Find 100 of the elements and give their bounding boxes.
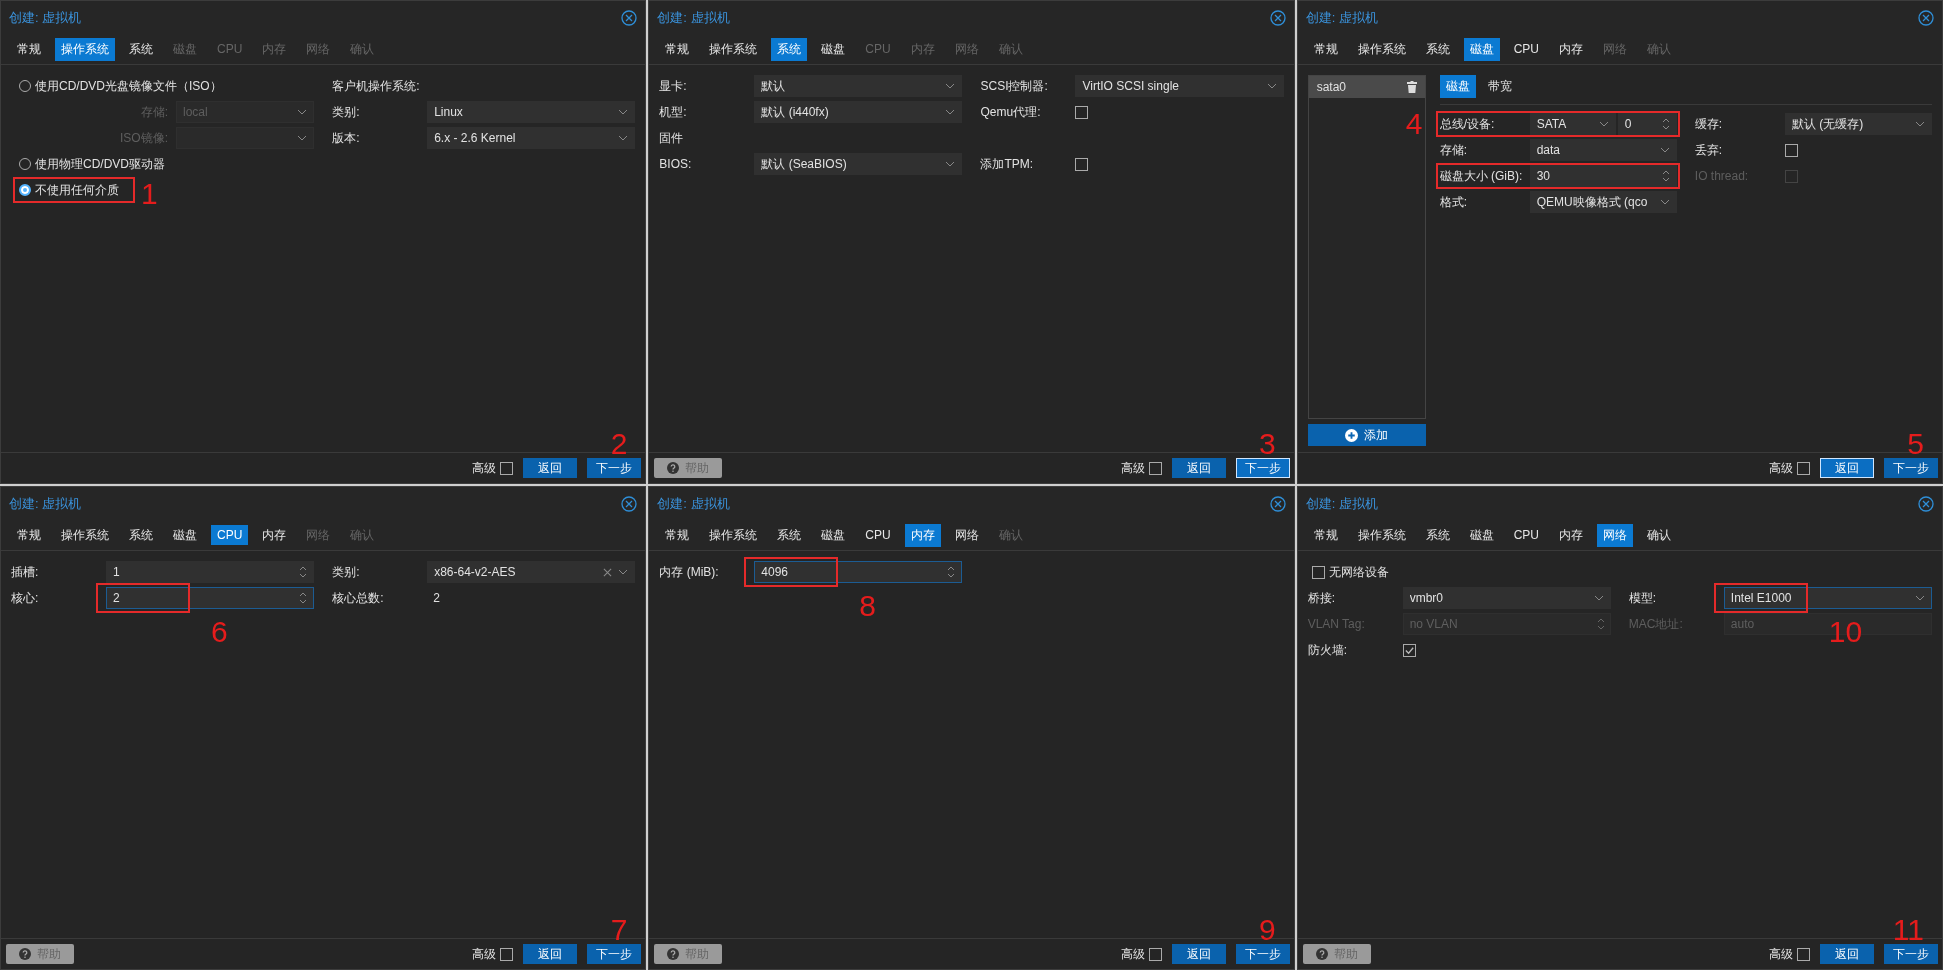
checkbox-label[interactable]: 高级 [1120,459,1145,477]
field-label: 显卡: [659,77,688,95]
tab[interactable]: 系统 [1419,523,1456,547]
tab[interactable]: CPU [1507,39,1545,59]
tab[interactable]: 确认 [1641,523,1677,547]
next-button[interactable]: 下一步 [1884,944,1938,964]
field-label: 桥接: [1307,589,1336,607]
annotation-number: 3 [1258,429,1276,459]
section-heading: 客户机操作系统: [332,77,420,95]
tab[interactable]: 带宽 [1481,75,1518,98]
tab[interactable]: 内存 [1553,37,1589,61]
dropdown-field[interactable]: x86-64-v2-AES [427,561,636,583]
annotation-number: 9 [1258,915,1276,945]
tab[interactable]: CPU [859,525,897,545]
tab[interactable]: 常规 [1307,523,1344,547]
tab[interactable]: 操作系统 [1351,37,1412,61]
field-label: 存储: [1439,141,1468,159]
tab[interactable]: 常规 [11,523,47,547]
checkbox-label[interactable]: 高级 [1769,459,1793,477]
radio-label[interactable]: 使用CD/DVD光盘镜像文件（ISO） [35,77,226,95]
dropdown-field[interactable]: Linux [427,101,636,123]
dropdown-field[interactable]: SATA [1529,113,1616,135]
tab[interactable]: 系统 [123,37,159,61]
tab[interactable]: CPU [211,525,249,545]
back-button[interactable]: 返回 [1820,944,1874,964]
dropdown-field[interactable]: 6.x - 2.6 Kernel [427,127,636,149]
annotation-number: 5 [1907,429,1924,459]
dropdown-field[interactable]: QEMU映像格式 (qco [1529,191,1677,213]
tab[interactable]: 系统 [123,523,159,547]
radio-label[interactable]: 不使用任何介质 [35,181,123,199]
tab[interactable]: 网络 [1597,523,1633,547]
tab[interactable]: 内存 [256,523,293,547]
checkbox-label[interactable]: 无网络设备 [1328,563,1393,581]
back-button[interactable]: 返回 [1171,458,1226,478]
tab[interactable]: 操作系统 [703,523,764,547]
tab[interactable]: 操作系统 [55,523,115,547]
next-button[interactable]: 下一步 [1235,944,1290,964]
tab[interactable]: CPU [1507,525,1545,545]
tab[interactable]: 操作系统 [703,37,764,61]
tab[interactable]: 系统 [771,523,808,547]
number-field[interactable]: 1 [106,561,315,583]
number-field[interactable]: 2 [106,587,315,609]
dropdown-field[interactable]: Intel E1000 [1723,587,1932,609]
tab[interactable]: 操作系统 [1351,523,1412,547]
section-heading: 固件 [659,129,684,147]
dropdown-field[interactable]: vmbr0 [1402,587,1611,609]
checkbox-label[interactable]: 高级 [472,459,497,477]
back-button[interactable]: 返回 [1820,458,1874,478]
window-title: 创建: 虚拟机 [657,494,730,513]
tab[interactable]: 磁盘 [815,523,852,547]
window-title: 创建: 虚拟机 [9,8,82,27]
dropdown-field[interactable]: VirtIO SCSI single [1075,75,1284,97]
field-label: 版本: [332,129,361,147]
tab[interactable]: 内存 [1553,523,1589,547]
tab[interactable]: 系统 [771,37,808,61]
annotation-number: 1 [141,179,158,209]
checkbox-label[interactable]: 高级 [1769,945,1793,963]
field-label: 防火墙: [1307,641,1348,659]
checkbox-label[interactable]: 高级 [1120,945,1145,963]
back-button[interactable]: 返回 [523,458,578,478]
number-field[interactable]: 0 [1617,113,1677,135]
back-button[interactable]: 返回 [523,944,578,964]
field-label: IO thread: [1694,169,1750,183]
next-button[interactable]: 下一步 [1235,458,1290,478]
tab[interactable]: 磁盘 [815,37,852,61]
tab[interactable]: 常规 [1307,37,1344,61]
radio-label[interactable]: 使用物理CD/DVD驱动器 [35,155,169,173]
tab[interactable]: 常规 [659,523,696,547]
tab[interactable]: 常规 [11,37,47,61]
dropdown-field[interactable]: 默认 (i440fx) [754,101,963,123]
field-label: 插槽: [11,563,40,581]
next-button[interactable]: 下一步 [587,458,642,478]
tab[interactable]: 磁盘 [1439,75,1476,98]
tab[interactable]: 磁盘 [1463,523,1500,547]
tab[interactable]: 网络 [948,523,985,547]
field-label: SCSI控制器: [980,77,1049,95]
tab[interactable]: 磁盘 [1463,37,1500,61]
dropdown-field[interactable]: data [1529,139,1677,161]
back-button[interactable]: 返回 [1171,944,1226,964]
tab[interactable]: 内存 [904,523,941,547]
field-label: 内存 (MiB): [659,563,720,581]
tab[interactable]: 系统 [1419,37,1456,61]
list-item[interactable]: sata0 [1308,76,1425,98]
add-button[interactable]: 添加 [1307,424,1426,446]
number-field[interactable]: 30 [1529,165,1677,187]
tab[interactable]: 操作系统 [55,37,115,61]
dropdown-field[interactable]: 默认 (无缓存) [1784,113,1932,135]
dropdown-field[interactable]: 默认 [754,75,963,97]
window-title: 创建: 虚拟机 [1305,494,1378,513]
next-button[interactable]: 下一步 [587,944,642,964]
field-label: VLAN Tag: [1307,617,1366,631]
tab[interactable]: 常规 [659,37,696,61]
field-label: 缓存: [1694,115,1724,133]
number-field[interactable]: 4096 [754,561,963,583]
tab[interactable]: 磁盘 [167,523,203,547]
annotation-number: 2 [610,429,628,459]
checkbox-label[interactable]: 高级 [472,945,497,963]
next-button[interactable]: 下一步 [1884,458,1938,478]
dropdown-field[interactable]: 默认 (SeaBIOS) [754,153,963,175]
field-label: BIOS: [659,157,693,171]
